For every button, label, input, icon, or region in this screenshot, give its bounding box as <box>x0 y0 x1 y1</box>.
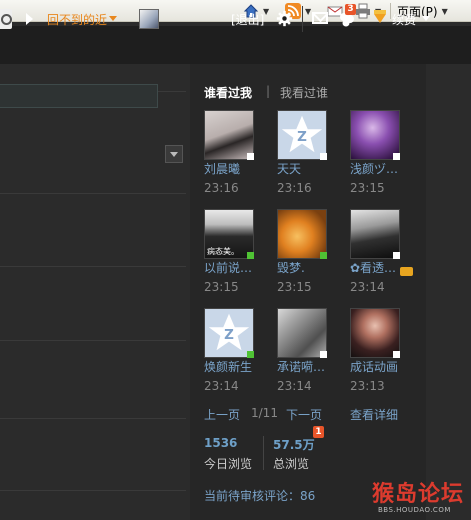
visitor-name[interactable]: 承诺嗬… <box>277 359 337 376</box>
total-views-value: 57.5万 <box>273 438 315 452</box>
divider <box>0 193 186 194</box>
site-watermark: 猴岛论坛 BBS.HOUDAO.COM <box>372 482 464 516</box>
visitor-name[interactable]: 以前说… <box>204 260 264 277</box>
tab-separator: | <box>266 84 271 98</box>
svg-text:Z: Z <box>224 328 234 343</box>
print-icon <box>356 3 370 19</box>
today-views-label: 今日浏览 <box>204 457 253 471</box>
online-indicator <box>247 252 254 259</box>
visitor-name[interactable]: 毁梦. <box>277 260 337 277</box>
logout-link[interactable]: [退出] <box>231 11 264 28</box>
visit-time: 23:16 <box>204 181 239 195</box>
visitor-avatar[interactable] <box>350 308 400 358</box>
tab-who-i-viewed[interactable]: 我看过谁 <box>280 84 328 101</box>
visitor-avatar[interactable] <box>350 110 400 160</box>
visitor-card[interactable]: 毁梦. 23:15 <box>277 209 339 296</box>
avatar[interactable] <box>139 9 159 29</box>
visit-time: 23:15 <box>277 280 312 294</box>
visitor-avatar[interactable] <box>277 308 327 358</box>
toolbar-separator <box>390 3 391 19</box>
visit-time: 23:14 <box>277 379 312 393</box>
chevron-down-icon[interactable]: ▼ <box>305 7 311 16</box>
total-views-badge: 1 <box>313 426 324 438</box>
watermark-url: BBS.HOUDAO.COM <box>378 506 451 514</box>
diamond-icon <box>374 10 386 23</box>
next-page-link[interactable]: 下一页 <box>286 406 322 423</box>
notification-badge: 3 <box>345 4 356 15</box>
offline-indicator <box>393 351 400 358</box>
visit-time: 23:14 <box>204 379 239 393</box>
offline-indicator <box>320 153 327 160</box>
offline-indicator <box>247 153 254 160</box>
default-avatar-icon: Z <box>281 115 323 153</box>
visit-time: 23:16 <box>277 181 312 195</box>
main-content-area <box>0 64 186 520</box>
message-icon[interactable] <box>312 12 328 24</box>
visitor-avatar[interactable] <box>204 110 254 160</box>
divider <box>0 340 186 341</box>
vip-icon <box>400 267 413 276</box>
chevron-down-icon[interactable] <box>422 16 430 21</box>
visitor-avatar[interactable]: Z <box>204 308 254 358</box>
visitor-card[interactable]: 浅颜ヅ… 23:15 <box>350 110 412 197</box>
visitor-avatar[interactable]: 病态美。 <box>204 209 254 259</box>
pending-comments-link[interactable]: 当前待审核评论：86 <box>204 487 315 504</box>
online-indicator <box>320 252 327 259</box>
chevron-down-icon[interactable] <box>109 16 117 21</box>
default-avatar-icon: Z <box>208 313 250 351</box>
visit-time: 23:15 <box>204 280 239 294</box>
visitor-card[interactable]: 承诺嗬… 23:14 <box>277 308 339 395</box>
visit-time: 23:13 <box>350 379 385 393</box>
text-input-field[interactable] <box>0 84 158 108</box>
divider <box>0 266 186 267</box>
visitor-card[interactable]: ✿看透… 23:14 <box>350 209 413 296</box>
visitor-avatar[interactable]: Z <box>277 110 327 160</box>
user-menu[interactable]: 回不到的近 <box>47 11 107 28</box>
visitor-name[interactable]: 焕颜新生 <box>204 359 264 376</box>
avatar-caption: 病态美。 <box>207 247 239 256</box>
visitor-card[interactable]: Z 天天 23:16 <box>277 110 339 197</box>
total-views-label: 总浏览 <box>273 457 310 471</box>
visitor-card[interactable]: Z 焕颜新生 23:14 <box>204 308 266 395</box>
visitor-card[interactable]: 刘晨曦 23:16 <box>204 110 266 197</box>
gear-icon[interactable] <box>276 10 293 27</box>
visitor-avatar[interactable] <box>277 209 327 259</box>
view-details-link[interactable]: 查看详细 <box>350 406 398 423</box>
tab-who-viewed-me[interactable]: 谁看过我 <box>204 84 252 101</box>
page-indicator: 1/11 <box>251 406 278 420</box>
visitor-card[interactable]: 病态美。 以前说… 23:15 <box>204 209 266 296</box>
stats-divider <box>263 436 264 470</box>
dropdown-button[interactable] <box>165 145 183 163</box>
chevron-down-icon: ▼ <box>441 6 448 16</box>
visitor-name[interactable]: 成话动画 <box>350 359 410 376</box>
visit-time: 23:14 <box>350 280 385 294</box>
offline-indicator <box>393 153 400 160</box>
visitor-name[interactable]: 天天 <box>277 161 337 178</box>
header-divider <box>302 6 303 32</box>
visitor-name[interactable]: 浅颜ヅ… <box>350 161 410 178</box>
visitor-avatar[interactable] <box>350 209 400 259</box>
watermark-logo: 猴岛论坛 <box>372 481 465 507</box>
online-indicator <box>247 351 254 358</box>
visit-time: 23:15 <box>350 181 385 195</box>
visitor-card[interactable]: 成话动画 23:13 <box>350 308 412 395</box>
offline-indicator <box>393 252 400 259</box>
site-header <box>0 26 471 64</box>
svg-text:Z: Z <box>297 130 307 145</box>
play-icon[interactable] <box>26 13 33 25</box>
offline-indicator <box>320 351 327 358</box>
renew-link[interactable]: 续费 <box>392 11 416 28</box>
divider <box>0 418 186 419</box>
side-gutter <box>426 64 471 520</box>
today-views-value: 1536 <box>204 436 238 450</box>
prev-page-link[interactable]: 上一页 <box>204 406 240 423</box>
search-icon[interactable] <box>0 9 12 29</box>
divider <box>0 490 186 491</box>
visitor-name[interactable]: 刘晨曦 <box>204 161 264 178</box>
